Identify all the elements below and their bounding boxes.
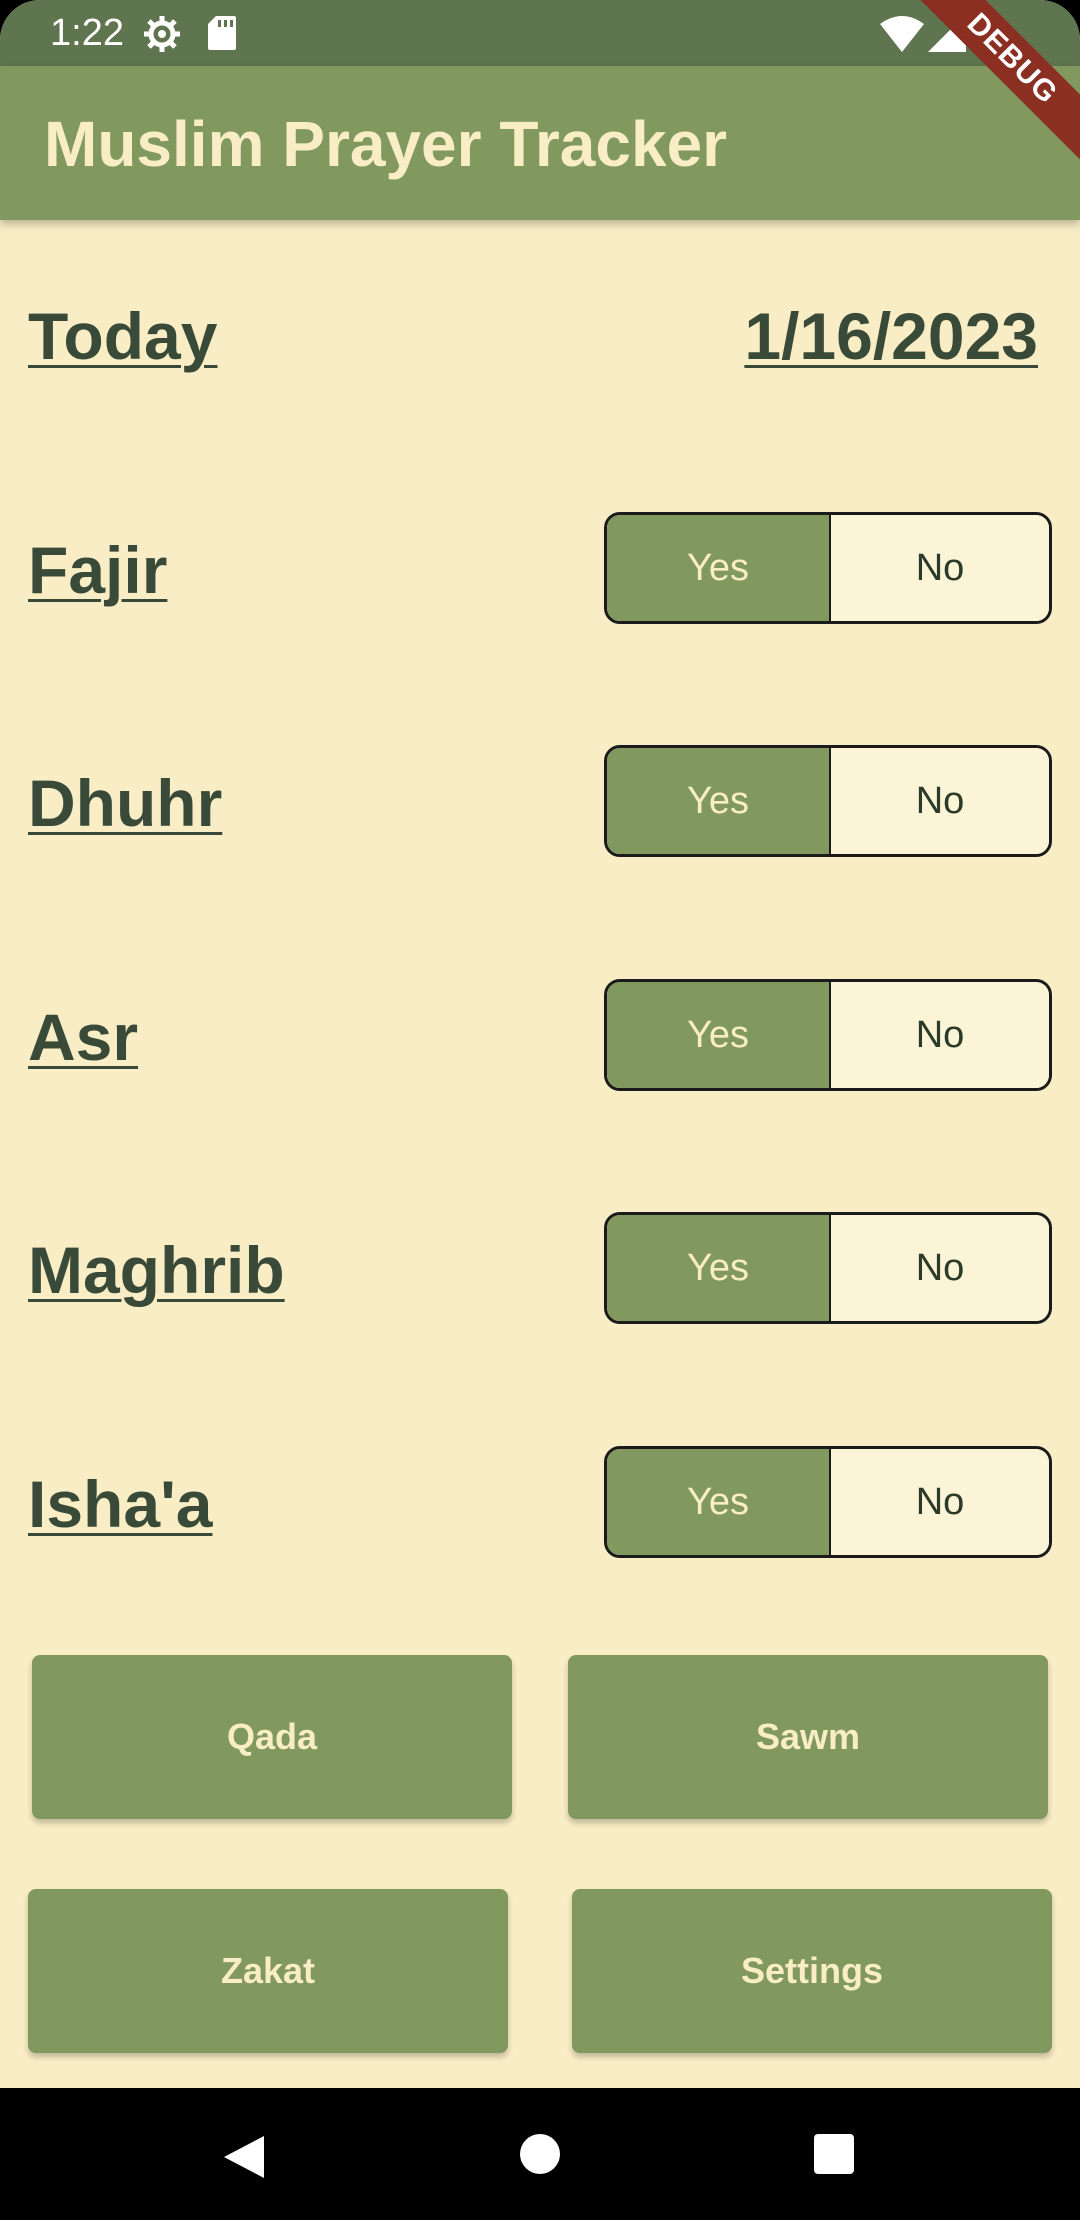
prayer-label-dhuhr: Dhuhr bbox=[28, 766, 223, 840]
prayer-label-maghrib: Maghrib bbox=[28, 1233, 285, 1307]
qada-button[interactable]: Qada bbox=[32, 1655, 512, 1819]
maghrib-yes-button[interactable]: Yes bbox=[607, 1215, 831, 1321]
sd-card-icon bbox=[208, 16, 236, 50]
maghrib-no-button[interactable]: No bbox=[831, 1215, 1049, 1321]
back-icon[interactable] bbox=[222, 2134, 268, 2180]
fajir-no-button[interactable]: No bbox=[831, 515, 1049, 621]
gear-icon bbox=[144, 16, 180, 52]
prayer-toggle-maghrib: Yes No bbox=[604, 1212, 1052, 1324]
prayer-toggle-ishaa: Yes No bbox=[604, 1446, 1052, 1558]
sawm-button[interactable]: Sawm bbox=[568, 1655, 1048, 1819]
app-bar: Muslim Prayer Tracker bbox=[0, 66, 1080, 220]
ishaa-yes-button[interactable]: Yes bbox=[607, 1449, 831, 1555]
ishaa-no-button[interactable]: No bbox=[831, 1449, 1049, 1555]
status-time: 1:22 bbox=[50, 12, 124, 54]
dhuhr-yes-button[interactable]: Yes bbox=[607, 748, 831, 854]
today-date[interactable]: 1/16/2023 bbox=[744, 296, 1038, 376]
dhuhr-no-button[interactable]: No bbox=[831, 748, 1049, 854]
prayer-label-ishaa: Isha'a bbox=[28, 1467, 213, 1541]
today-label: Today bbox=[28, 299, 218, 373]
asr-no-button[interactable]: No bbox=[831, 982, 1049, 1088]
prayer-label-fajir: Fajir bbox=[28, 533, 168, 607]
prayer-toggle-dhuhr: Yes No bbox=[604, 745, 1052, 857]
zakat-button[interactable]: Zakat bbox=[28, 1889, 508, 2053]
home-icon[interactable] bbox=[520, 2134, 560, 2174]
app-title: Muslim Prayer Tracker bbox=[44, 108, 728, 180]
prayer-toggle-asr: Yes No bbox=[604, 979, 1052, 1091]
settings-button[interactable]: Settings bbox=[572, 1889, 1052, 2053]
recents-icon[interactable] bbox=[814, 2134, 854, 2174]
status-bar: 1:22 bbox=[0, 0, 1080, 66]
app-screen: 1:22 Muslim Prayer Tracker DEBUG Today 1… bbox=[0, 0, 1080, 2088]
wifi-icon bbox=[880, 16, 924, 52]
prayer-label-asr: Asr bbox=[28, 1000, 139, 1074]
fajir-yes-button[interactable]: Yes bbox=[607, 515, 831, 621]
asr-yes-button[interactable]: Yes bbox=[607, 982, 831, 1088]
navigation-bar bbox=[0, 2088, 1080, 2220]
prayer-toggle-fajir: Yes No bbox=[604, 512, 1052, 624]
